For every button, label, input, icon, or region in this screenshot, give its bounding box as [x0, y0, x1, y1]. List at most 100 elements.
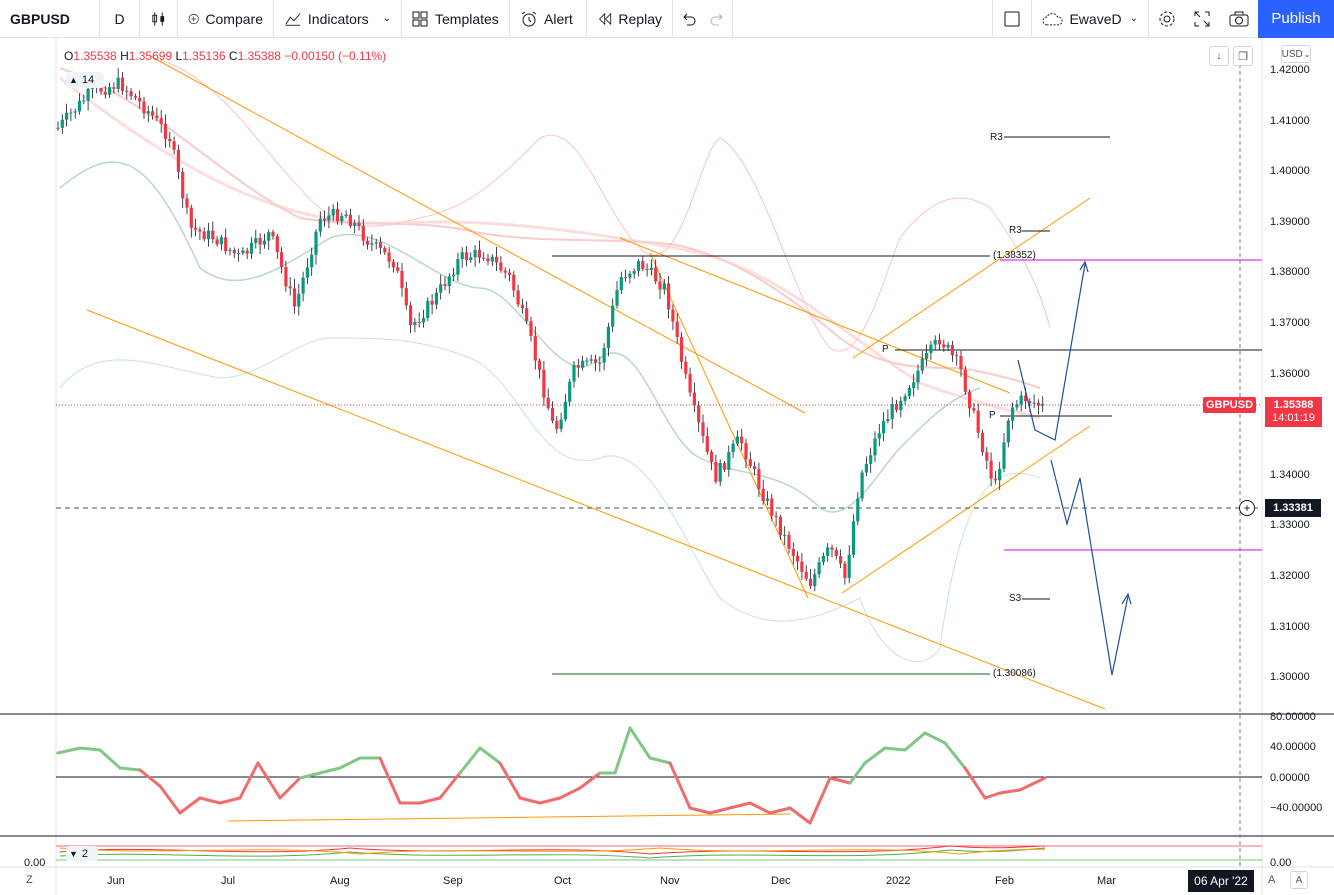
candle-body: [877, 433, 881, 439]
layout-save-button[interactable]: EwaveD ⌄: [1032, 0, 1148, 38]
time-tick: Mar: [1097, 875, 1116, 887]
wedge-line[interactable]: [649, 252, 809, 599]
candle-body: [933, 339, 937, 345]
candle-body: [916, 370, 920, 383]
candle-body: [56, 127, 60, 129]
osc-trendline[interactable]: [227, 813, 791, 822]
candle-body: [86, 88, 90, 101]
candle-body: [912, 382, 916, 389]
rising-resistance[interactable]: [852, 197, 1091, 359]
timezone-button[interactable]: A: [1290, 871, 1308, 889]
candle-body: [1002, 442, 1006, 469]
candle-body: [615, 290, 619, 306]
oscillator-segment: [668, 761, 692, 810]
publish-button[interactable]: Publish: [1258, 0, 1334, 38]
pivot-label-2: P: [989, 410, 996, 421]
candle-body: [765, 498, 770, 501]
candle-body: [443, 284, 447, 287]
indicators-collapse-button[interactable]: ▲ 14: [66, 72, 104, 88]
candle-body: [409, 305, 413, 326]
scroll-down-button[interactable]: ↓: [1209, 46, 1229, 66]
undo-button[interactable]: [673, 0, 703, 38]
replay-button[interactable]: Replay: [587, 0, 673, 38]
auto-scale-button[interactable]: A: [1268, 874, 1275, 886]
candle-body: [942, 344, 946, 348]
ohlc-legend: O1.35538 H1.35699 L1.35136 C1.35388 −0.0…: [64, 49, 386, 63]
oscillator-segment: [458, 746, 482, 775]
symbol-search-button[interactable]: GBPUSD: [0, 0, 100, 38]
settings-button[interactable]: [1148, 0, 1184, 38]
oscillator-segment: [863, 746, 887, 765]
time-tick: Oct: [554, 875, 572, 887]
candle-body: [430, 300, 434, 305]
chart-canvas[interactable]: [0, 38, 1334, 895]
candle-body: [757, 469, 761, 489]
oscillator-segment: [138, 768, 162, 788]
candle-body: [486, 258, 490, 262]
snapshot-button[interactable]: [1220, 0, 1258, 38]
trend-channel[interactable]: [86, 55, 1106, 822]
zoom-reset-button[interactable]: Z: [26, 874, 33, 886]
candle-body: [503, 270, 507, 273]
currency-selector[interactable]: USD ⌄: [1281, 45, 1311, 63]
price-tick: 1.33000: [1270, 519, 1310, 532]
candle-body: [460, 252, 464, 260]
symbol-price-tag: GBPUSD: [1203, 397, 1256, 413]
candle-body: [181, 171, 185, 199]
candle-body: [576, 365, 580, 368]
layout-toggle-button[interactable]: [992, 0, 1032, 38]
interval-button[interactable]: D: [100, 0, 140, 38]
candle-body: [301, 277, 305, 294]
candle-body: [310, 254, 314, 268]
candle-body: [761, 488, 765, 501]
compare-button[interactable]: Compare: [178, 0, 274, 38]
templates-button[interactable]: Templates: [402, 0, 510, 38]
candle-body: [903, 396, 907, 401]
candle-body: [598, 362, 602, 364]
candle-body: [60, 119, 64, 128]
close-label: C: [228, 49, 238, 63]
currency-label: USD: [1281, 48, 1303, 60]
projection-waves[interactable]: [1017, 260, 1132, 676]
square-icon: [1004, 11, 1020, 26]
templates-label: Templates: [435, 10, 499, 27]
oscillator-segment: [943, 741, 967, 770]
redo-icon: [710, 13, 723, 25]
bearish-projection[interactable]: [1050, 459, 1129, 676]
candle-body: [413, 322, 417, 326]
candle-body: [499, 262, 503, 271]
oscillator-segment: [748, 801, 772, 815]
redo-button[interactable]: [703, 0, 733, 38]
indicators-button[interactable]: Indicators ⌄: [274, 0, 402, 38]
candle-body: [185, 198, 189, 208]
candle-body: [813, 574, 817, 587]
candle-body: [138, 97, 142, 102]
candle-body: [146, 111, 150, 114]
candle-body: [383, 247, 387, 253]
candle-body: [245, 250, 249, 254]
pane2-collapse-button[interactable]: ▼ 2: [66, 846, 98, 861]
candle-body: [473, 249, 477, 258]
maximize-pane-button[interactable]: ❒: [1233, 46, 1253, 66]
add-alert-plus-icon[interactable]: +: [1239, 500, 1255, 516]
time-tick: Feb: [995, 875, 1014, 887]
candle-body: [581, 360, 585, 368]
oscillator-segment: [998, 788, 1022, 795]
top-toolbar: GBPUSD D Compare Indicators ⌄ Templates …: [0, 0, 1334, 38]
candle-body: [525, 308, 529, 322]
fib-low-label: (1.30086): [993, 668, 1036, 679]
oscillator-segment: [828, 776, 852, 785]
candle-body: [972, 408, 976, 411]
candle-body: [396, 267, 400, 271]
fib-high-label: (1.38352): [993, 250, 1036, 261]
rising-support[interactable]: [841, 425, 1091, 594]
alert-button[interactable]: Alert: [510, 0, 587, 38]
candle-body: [155, 115, 159, 118]
candles-series[interactable]: [56, 68, 1045, 592]
candle-body: [684, 361, 688, 374]
oscillator-segment: [688, 806, 712, 815]
candle-body: [873, 438, 877, 456]
upper-trendline[interactable]: [149, 55, 806, 414]
fullscreen-button[interactable]: [1184, 0, 1220, 38]
chart-type-button[interactable]: [140, 0, 178, 38]
